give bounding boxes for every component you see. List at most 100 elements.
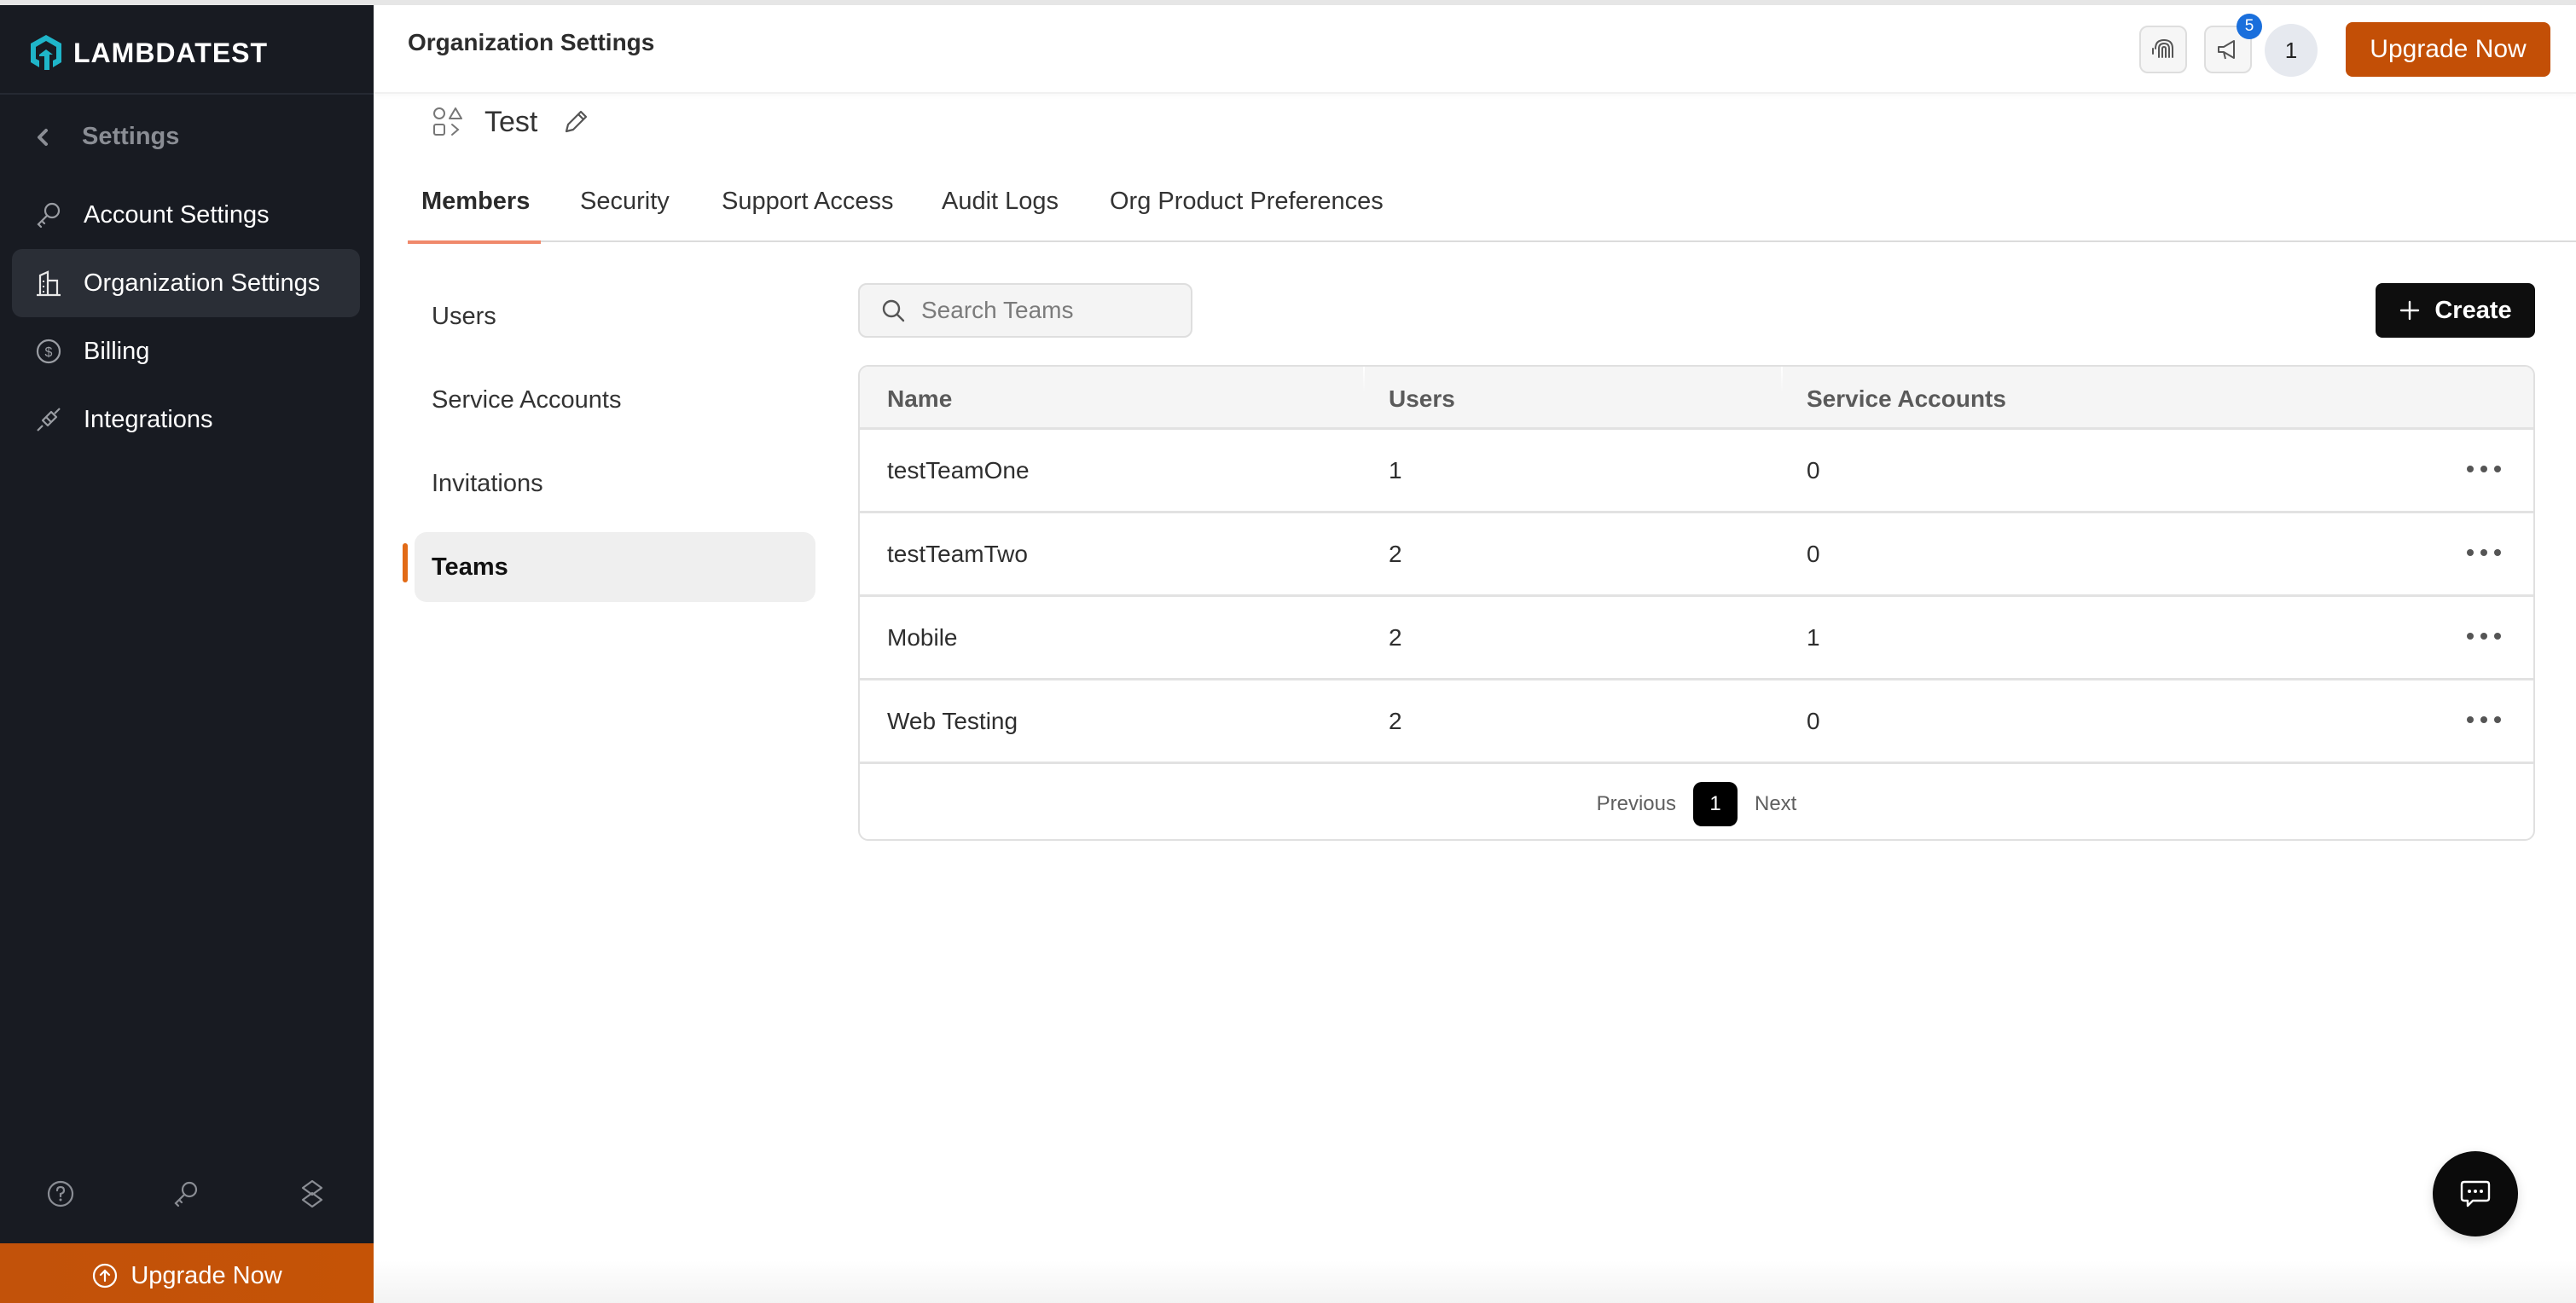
chat-bubble-icon [2460, 1180, 2491, 1207]
tab-security[interactable]: Security [580, 188, 670, 242]
column-separator [1363, 367, 1365, 392]
create-label: Create [2434, 296, 2512, 324]
brand-name: LAMBDATEST [73, 37, 269, 68]
subnav-label: Users [432, 302, 496, 330]
tab-members[interactable]: Members [408, 188, 541, 244]
tab-audit-logs[interactable]: Audit Logs [942, 188, 1059, 242]
sidebar-divider [0, 93, 374, 95]
settings-tabs: Members Security Support Access Audit Lo… [408, 167, 2576, 244]
tab-support-access[interactable]: Support Access [722, 188, 894, 242]
window-top-border [0, 0, 2576, 5]
search-teams-field[interactable] [858, 283, 1192, 338]
sidebar-item-label: Integrations [84, 405, 213, 433]
previous-page-button[interactable]: Previous [1597, 792, 1676, 816]
team-service-accounts-count: 0 [1807, 457, 1820, 484]
column-header-name[interactable]: Name [887, 385, 952, 413]
tab-label: Audit Logs [942, 188, 1059, 215]
chat-support-button[interactable] [2433, 1151, 2518, 1236]
arrow-up-circle-icon [93, 1263, 118, 1289]
team-service-accounts-count: 1 [1807, 624, 1820, 651]
table-row[interactable]: Web Testing 2 0 [860, 680, 2533, 764]
team-service-accounts-count: 0 [1807, 708, 1820, 734]
subnav-label: Service Accounts [432, 385, 622, 414]
pagination: Previous 1 Next [860, 767, 2533, 839]
sidebar-item-integrations[interactable]: Integrations [12, 385, 360, 454]
tab-org-product-preferences[interactable]: Org Product Preferences [1110, 188, 1384, 242]
subnav-users[interactable]: Users [415, 281, 815, 351]
row-more-options-icon[interactable] [2467, 542, 2501, 563]
tab-label: Org Product Preferences [1110, 188, 1384, 215]
create-team-button[interactable]: Create [2376, 283, 2535, 338]
shapes-icon [433, 107, 462, 136]
avatar[interactable]: 1 [2265, 24, 2318, 77]
subnav-label: Teams [432, 553, 508, 581]
team-users-count: 1 [1389, 457, 1402, 484]
team-name: testTeamOne [887, 457, 1030, 484]
sidebar-upgrade-button[interactable]: Upgrade Now [0, 1243, 374, 1303]
page-number-current[interactable]: 1 [1693, 782, 1738, 826]
plus-icon [2400, 300, 2420, 321]
row-more-options-icon[interactable] [2467, 459, 2501, 479]
pencil-icon[interactable] [561, 107, 590, 136]
team-name: testTeamTwo [887, 541, 1028, 567]
sidebar-bottom-icons [0, 1161, 374, 1230]
team-name: Web Testing [887, 708, 1018, 734]
fingerprint-button[interactable] [2139, 26, 2187, 73]
brand-logo[interactable]: LAMBDATEST [27, 29, 268, 77]
help-icon[interactable] [45, 1178, 76, 1209]
announcements-button[interactable]: 5 [2204, 14, 2262, 73]
active-subnav-indicator [403, 543, 408, 582]
row-more-options-icon[interactable] [2467, 709, 2501, 730]
subnav-teams[interactable]: Teams [415, 532, 815, 602]
megaphone-icon [2218, 40, 2235, 60]
org-name: Test [484, 105, 538, 138]
team-users-count: 2 [1389, 624, 1402, 651]
active-tab-indicator [408, 240, 541, 244]
sidebar-item-label: Billing [84, 337, 150, 365]
tab-label: Security [580, 188, 670, 215]
key-icon[interactable] [171, 1178, 201, 1209]
chevron-left-icon [38, 128, 48, 146]
integration-hub-icon[interactable] [297, 1178, 328, 1209]
back-to-settings-button[interactable]: Settings [34, 123, 179, 151]
notification-badge: 5 [2237, 14, 2262, 39]
building-icon [34, 269, 63, 298]
header-upgrade-button[interactable]: Upgrade Now [2346, 22, 2550, 77]
fingerprint-icon [2152, 38, 2173, 58]
column-header-service-accounts[interactable]: Service Accounts [1807, 385, 2006, 413]
dollar-circle-icon: $ [34, 337, 63, 366]
search-icon [882, 299, 905, 322]
team-service-accounts-count: 0 [1807, 541, 1820, 567]
tab-label: Members [421, 188, 531, 215]
page-title: Organization Settings [408, 29, 655, 55]
settings-heading: Settings [82, 123, 180, 150]
sidebar-item-label: Account Settings [84, 200, 270, 229]
sidebar-item-account-settings[interactable]: Account Settings [12, 181, 360, 249]
org-name-row: Test [432, 102, 590, 142]
lambdatest-logo-icon [31, 35, 61, 70]
column-header-users[interactable]: Users [1389, 385, 1455, 413]
sidebar-item-organization-settings[interactable]: Organization Settings [12, 249, 360, 317]
column-separator [1781, 367, 1783, 392]
subnav-label: Invitations [432, 469, 543, 497]
search-input[interactable] [921, 285, 1177, 336]
plug-icon [34, 405, 63, 434]
team-users-count: 2 [1389, 708, 1402, 734]
sidebar-item-label: Organization Settings [84, 269, 321, 297]
sidebar-item-billing[interactable]: $ Billing [12, 317, 360, 385]
team-users-count: 2 [1389, 541, 1402, 567]
subnav-invitations[interactable]: Invitations [415, 449, 815, 518]
row-more-options-icon[interactable] [2467, 626, 2501, 646]
svg-text:$: $ [45, 345, 53, 360]
table-header: Name Users Service Accounts [860, 367, 2533, 430]
key-icon [34, 200, 63, 229]
teams-table: Name Users Service Accounts testTeamOne … [858, 365, 2535, 841]
tab-label: Support Access [722, 188, 894, 215]
table-row[interactable]: testTeamTwo 2 0 [860, 513, 2533, 597]
table-row[interactable]: Mobile 2 1 [860, 597, 2533, 680]
sidebar-upgrade-label: Upgrade Now [131, 1261, 282, 1289]
table-row[interactable]: testTeamOne 1 0 [860, 430, 2533, 513]
next-page-button[interactable]: Next [1755, 792, 1796, 816]
subnav-service-accounts[interactable]: Service Accounts [415, 365, 815, 435]
top-header: Organization Settings 5 1 Upgrade Now [374, 5, 2576, 94]
